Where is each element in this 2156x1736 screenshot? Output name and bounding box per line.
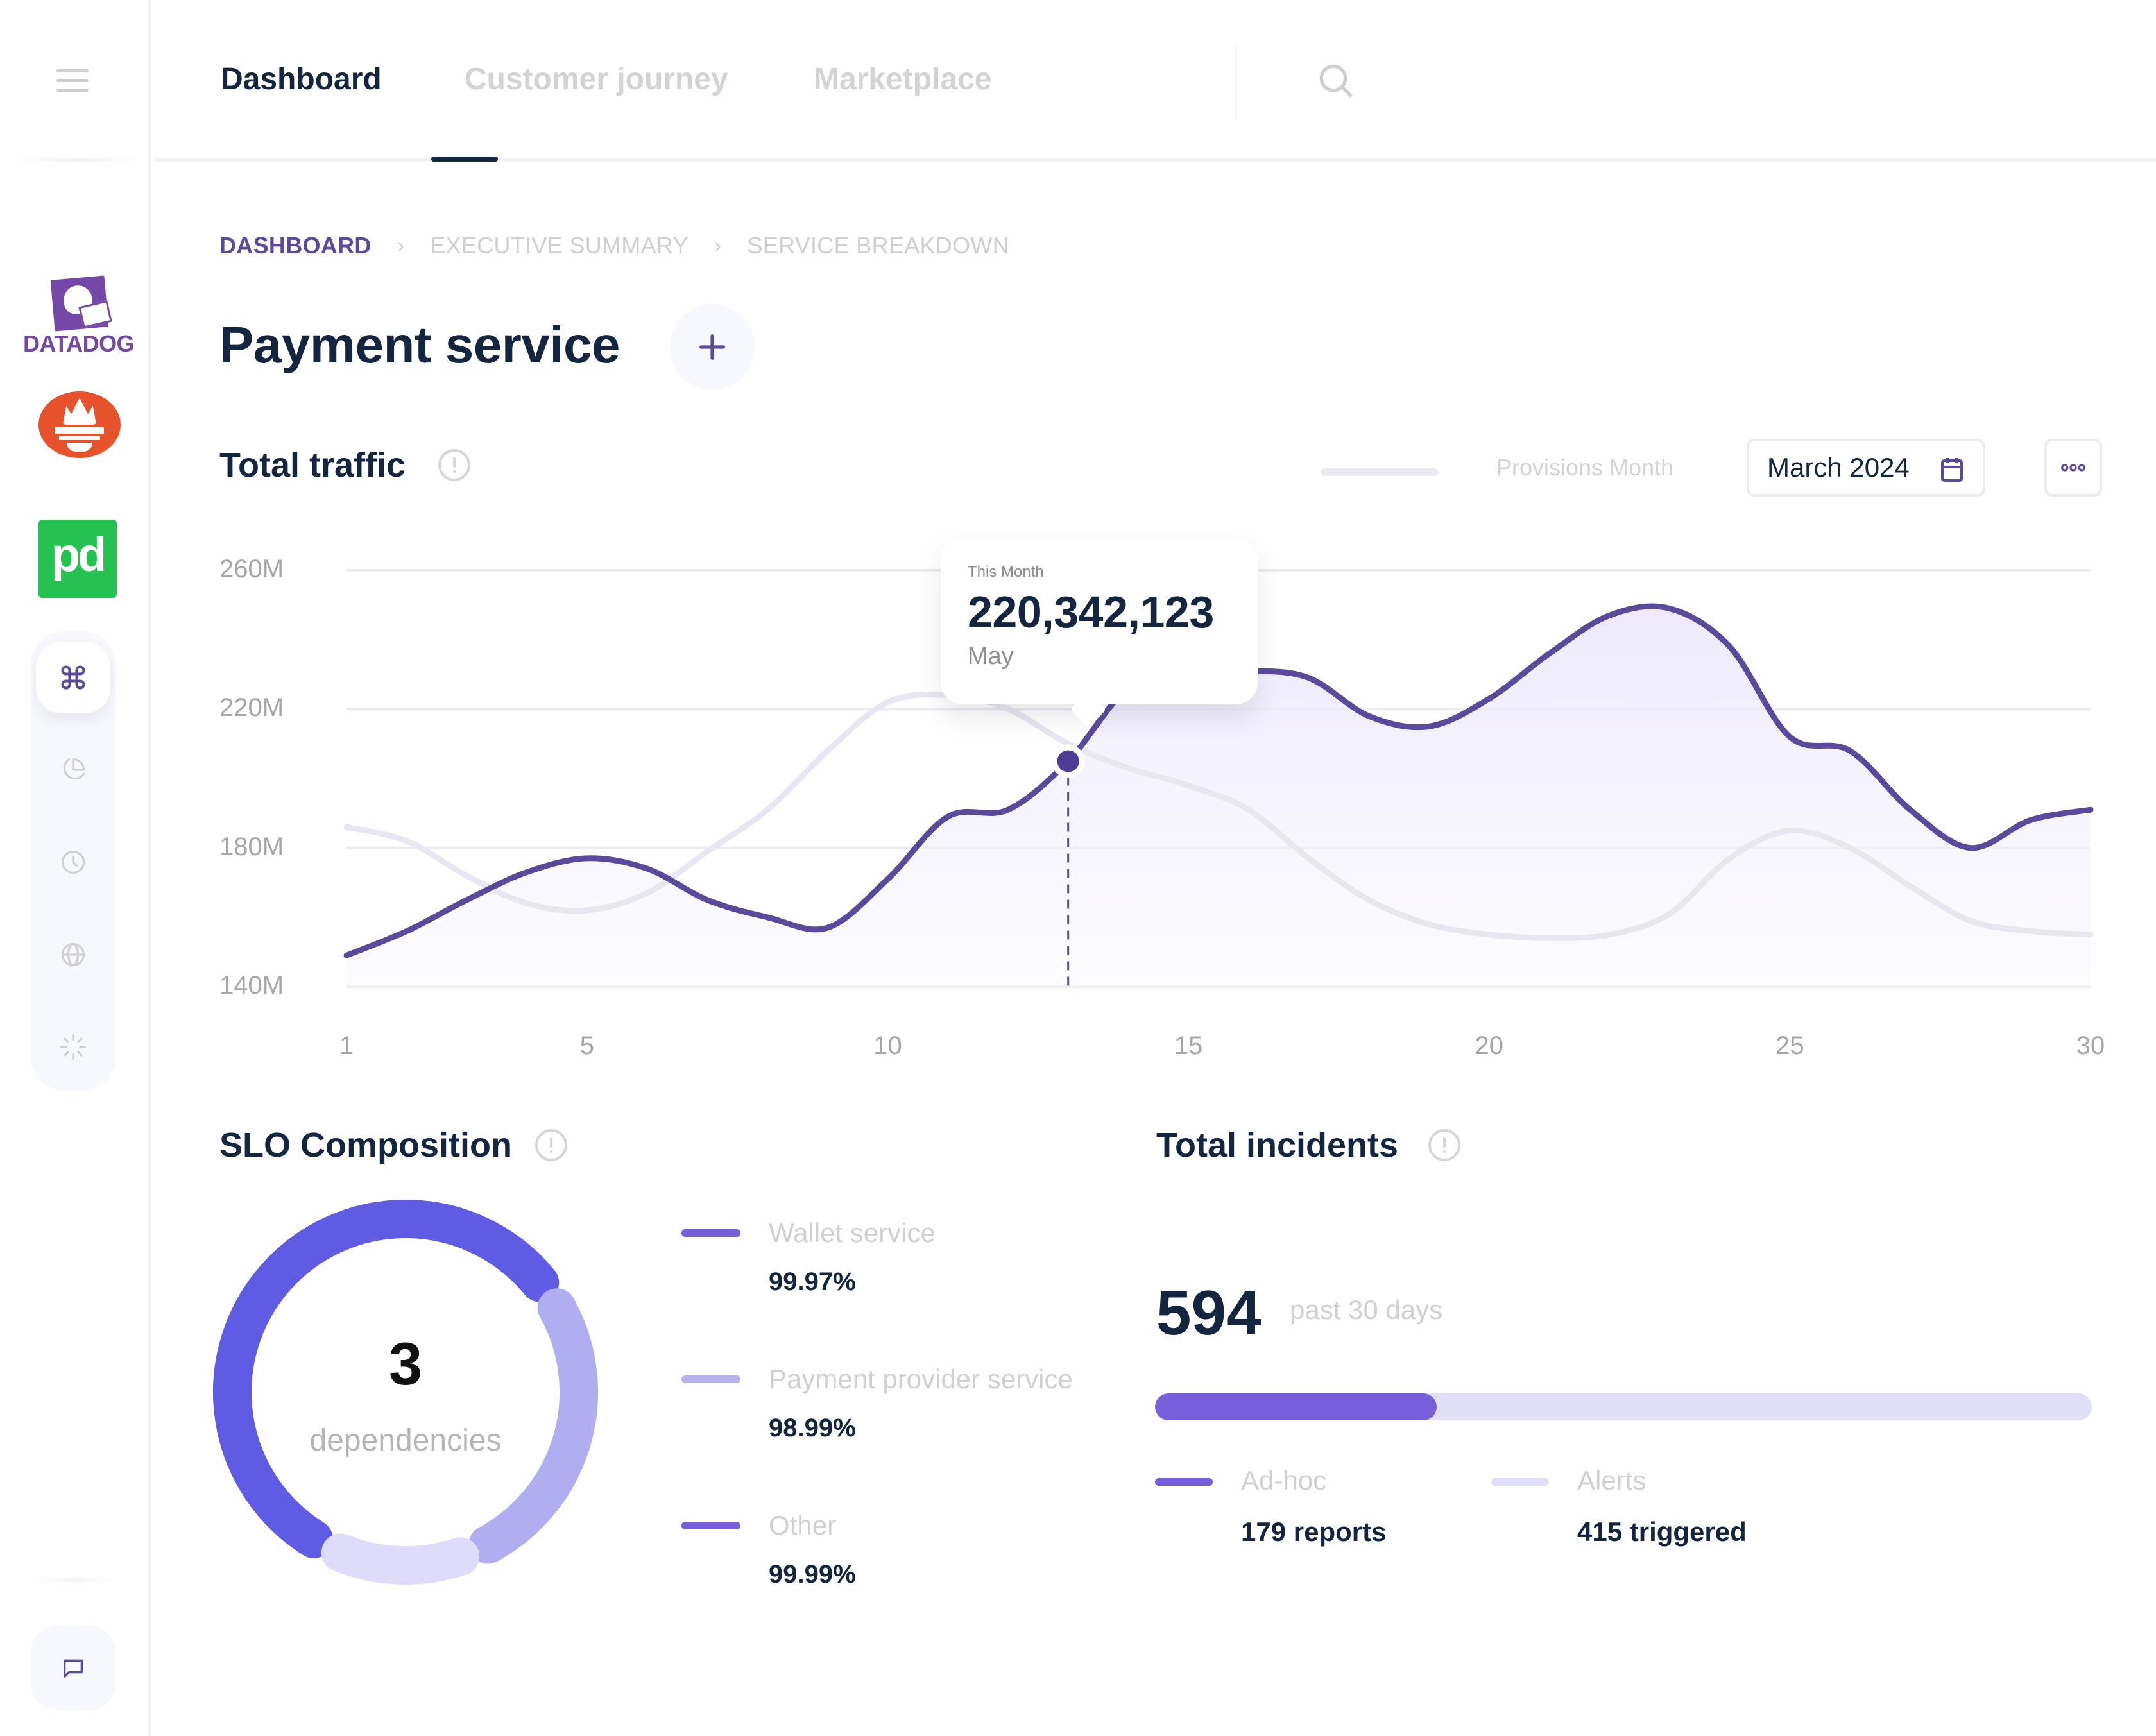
loader-icon — [60, 1034, 86, 1060]
tab-customer-journey[interactable]: Customer journey — [465, 62, 728, 97]
breadcrumb-executive-summary[interactable]: EXECUTIVE SUMMARY — [430, 232, 689, 259]
pie-chart-icon — [63, 758, 85, 780]
breadcrumb-service-breakdown[interactable]: SERVICE BREAKDOWN — [747, 232, 1009, 259]
legend-swatch — [681, 1375, 740, 1383]
x-tick-label: 10 — [873, 1032, 902, 1060]
donut-segment[interactable] — [321, 1533, 480, 1585]
prometheus-logo[interactable] — [38, 391, 121, 458]
torch-bar — [55, 427, 104, 434]
more-options-button[interactable] — [2044, 439, 2102, 497]
more-horizontal-icon — [2061, 464, 2085, 472]
tooltip-month: May — [968, 643, 1014, 670]
active-tab-indicator — [431, 157, 498, 162]
clock-icon — [61, 850, 85, 874]
search-icon — [1319, 64, 1353, 98]
x-tick-label: 1 — [339, 1032, 354, 1060]
date-picker[interactable]: March 2024 — [1747, 439, 1985, 497]
torch-bar — [59, 436, 100, 440]
slo-item-value: 99.99% — [769, 1560, 856, 1588]
sidebar-divider — [13, 158, 141, 162]
traffic-chart — [213, 569, 2094, 1585]
top-nav: Dashboard Customer journey Marketplace — [155, 0, 2156, 162]
incidents-progress-fill — [1155, 1393, 1437, 1420]
dependencies-count: 3 — [388, 1330, 423, 1397]
legend-swatch — [681, 1229, 740, 1237]
slo-item-name: Other — [769, 1510, 837, 1540]
x-tick-label: 20 — [1475, 1032, 1504, 1060]
nav-global[interactable] — [36, 919, 110, 991]
slo-item-name: Wallet service — [769, 1218, 936, 1248]
torch-bowl — [67, 443, 92, 452]
breadcrumb-dashboard[interactable]: DASHBOARD — [219, 232, 372, 259]
nav-history[interactable] — [36, 826, 110, 898]
breadcrumb: DASHBOARD › EXECUTIVE SUMMARY › SERVICE … — [219, 232, 1009, 259]
chevron-right-icon: › — [714, 233, 722, 258]
sidebar: DATADOG pd — [0, 0, 151, 1736]
pagerduty-logo[interactable]: pd — [38, 520, 117, 598]
legend-label-provisions: Provisions Month — [1496, 454, 1674, 481]
datadog-dog-icon — [50, 275, 109, 332]
y-tick-label: 140M — [219, 971, 284, 1000]
add-button[interactable] — [670, 304, 755, 390]
tab-dashboard[interactable]: Dashboard — [221, 62, 382, 97]
incidents-progress-bar — [1155, 1393, 2092, 1420]
secondary-series-line — [343, 692, 2094, 941]
chat-bubble-icon — [64, 1659, 83, 1678]
nav-rail — [31, 631, 116, 1091]
legend-value: 179 reports — [1241, 1517, 1387, 1547]
legend-name: Alerts — [1577, 1465, 1647, 1495]
legend-swatch — [681, 1522, 740, 1529]
legend-swatch — [1491, 1478, 1549, 1486]
sidebar-divider — [32, 1578, 116, 1582]
command-icon — [61, 665, 85, 690]
highlight-point-ring — [1051, 744, 1085, 778]
legend-value: 415 triggered — [1577, 1517, 1747, 1547]
total-traffic-title: Total traffic — [219, 446, 406, 484]
header-divider — [1235, 46, 1237, 119]
highlight-point[interactable] — [1057, 750, 1079, 772]
x-tick-label: 25 — [1775, 1032, 1804, 1060]
plus-icon — [699, 334, 725, 360]
tooltip-label: This Month — [968, 563, 1044, 581]
nav-analytics[interactable] — [36, 734, 110, 806]
x-tick-label: 15 — [1174, 1032, 1203, 1060]
info-icon[interactable] — [1428, 1129, 1460, 1161]
date-picker-value: March 2024 — [1767, 452, 1910, 482]
y-tick-label: 180M — [219, 832, 284, 861]
datadog-wordmark: DATADOG — [23, 330, 135, 357]
dependencies-label: dependencies — [309, 1424, 502, 1458]
slo-composition-title: SLO Composition — [219, 1126, 512, 1164]
tooltip-value: 220,342,123 — [968, 587, 1214, 637]
nav-command[interactable] — [36, 642, 110, 713]
flame-icon — [63, 398, 96, 425]
total-incidents-title: Total incidents — [1156, 1126, 1399, 1164]
nav-loading[interactable] — [36, 1011, 110, 1083]
slo-item-value: 98.99% — [769, 1414, 856, 1442]
calendar-icon — [1941, 458, 1963, 482]
y-tick-label: 220M — [219, 694, 284, 722]
info-icon[interactable] — [535, 1129, 567, 1161]
x-tick-label: 5 — [579, 1032, 595, 1060]
legend-swatch — [1155, 1478, 1213, 1486]
chart-tooltip: This Month 220,342,123 May — [941, 538, 1258, 704]
hamburger-icon[interactable] — [56, 69, 89, 92]
chat-button[interactable] — [31, 1626, 116, 1710]
incidents-total: 594 — [1156, 1277, 1262, 1348]
slo-item-value: 99.97% — [769, 1268, 856, 1296]
x-tick-label: 30 — [2076, 1032, 2105, 1060]
legend-name: Ad-hoc — [1241, 1465, 1327, 1495]
info-icon[interactable] — [438, 449, 470, 481]
globe-icon — [61, 942, 85, 967]
chevron-right-icon: › — [397, 233, 405, 258]
tab-marketplace[interactable]: Marketplace — [814, 62, 991, 97]
datadog-logo[interactable]: DATADOG — [23, 273, 135, 357]
slo-item-name: Payment provider service — [769, 1364, 1073, 1394]
incidents-period: past 30 days — [1290, 1295, 1443, 1325]
legend-swatch-provisions — [1321, 468, 1439, 476]
search-button[interactable] — [1315, 60, 1356, 101]
page-title: Payment service — [219, 316, 620, 373]
y-tick-label: 260M — [219, 555, 284, 583]
